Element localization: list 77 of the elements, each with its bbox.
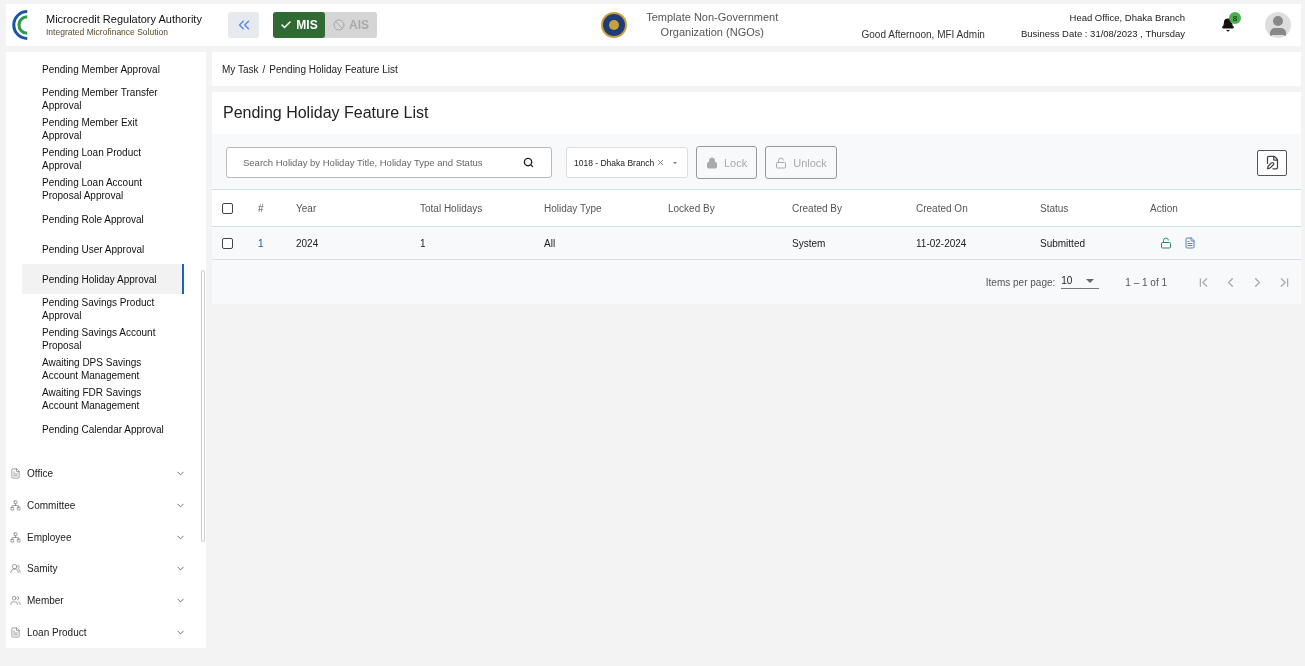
branch-select[interactable]: 1018 - Dhaka Branch (566, 147, 688, 178)
notification-badge: 8 (1229, 12, 1241, 24)
org-name: Microcredit Regulatory Authority (46, 13, 203, 25)
people-icon (10, 594, 21, 606)
table-cell: 1 (420, 237, 426, 249)
ban-icon (333, 19, 345, 31)
table-cell: 1 (258, 237, 264, 249)
organization-name: Template Non-Government Organization (NGOs) (645, 9, 780, 40)
page-range: 1 – 1 of 1 (1125, 276, 1167, 288)
sidebar-item[interactable]: Awaiting FDR Savings Account Management (22, 384, 184, 414)
greeting-text: Good Afternoon, MFI Admin (861, 29, 985, 40)
sidebar-item[interactable]: Pending Loan Product Approval (22, 144, 184, 174)
sidebar-item[interactable]: Pending User Approval (22, 234, 184, 264)
row-checkbox[interactable] (222, 237, 233, 249)
check-icon (280, 19, 293, 31)
table-cell: Submitted (1040, 237, 1086, 249)
sidebar-item[interactable]: Pending Member Approval (22, 54, 184, 84)
table-cell: System (792, 237, 826, 249)
column-header: Year (296, 202, 317, 214)
sidebar-item[interactable]: Pending Savings Account Proposal (22, 324, 184, 354)
column-header: Holiday Type (544, 202, 602, 214)
column-header: # (258, 202, 264, 214)
module-tab[interactable]: MIS (273, 12, 325, 38)
scrollbar[interactable] (201, 270, 205, 542)
breadcrumb-item[interactable]: My Task (222, 63, 259, 75)
column-header: Created On (916, 202, 968, 214)
table-cell: 2024 (296, 237, 319, 249)
menu-item[interactable]: Member (10, 584, 206, 617)
lock-icon (706, 156, 718, 169)
column-settings-button[interactable] (1257, 149, 1287, 176)
menu-item[interactable]: Office (10, 457, 206, 490)
avatar-icon[interactable] (1265, 12, 1291, 38)
select-all-checkbox[interactable] (222, 202, 233, 214)
dropdown-caret-icon (1086, 278, 1095, 283)
page-title: Pending Holiday Feature List (223, 104, 429, 122)
page-size-label: Items per page: (985, 276, 1056, 288)
table-cell: 11-02-2024 (916, 237, 967, 249)
sidebar-item[interactable]: Pending Savings Product Approval (22, 294, 184, 324)
org-subtitle: Integrated Microfinance Solution (46, 27, 169, 37)
seal-icon (601, 12, 628, 38)
column-header: Total Holidays (420, 202, 483, 214)
sidebar-item[interactable]: Pending Role Approval (22, 204, 184, 234)
sidebar-item[interactable]: Pending Member Transfer Approval (22, 84, 184, 114)
edit-columns-icon (1264, 155, 1280, 170)
column-header: Action (1150, 202, 1178, 214)
notification-icon[interactable] (1221, 18, 1235, 32)
unlock-icon (775, 156, 788, 169)
authority-logo (10, 10, 30, 40)
business-date: Business Date : 31/08/2023 , Thursday (1020, 27, 1185, 39)
search-icon (523, 157, 534, 168)
sidebar-item[interactable]: Pending Holiday Approval (22, 264, 184, 294)
collapse-button[interactable] (228, 12, 259, 38)
group-icon (10, 563, 21, 575)
breadcrumb-separator: / (262, 63, 266, 75)
office-name: Head Office, Dhaka Branch (1069, 11, 1185, 23)
clear-icon[interactable] (656, 158, 666, 167)
menu-item[interactable]: Loan Product (10, 616, 206, 648)
unlock-icon[interactable] (1160, 237, 1172, 249)
menu-item[interactable]: Samity (10, 552, 206, 585)
sidebar-item[interactable]: Pending Member Exit Approval (22, 114, 184, 144)
menu-item[interactable]: Committee (10, 489, 206, 522)
column-header: Status (1040, 202, 1069, 214)
document-icon (10, 626, 21, 638)
hierarchy-icon (10, 499, 21, 511)
menu-item[interactable]: Employee (10, 521, 206, 553)
sidebar-item[interactable]: Pending Calendar Approval (22, 414, 184, 444)
search-field[interactable]: Search Holiday by Holiday Title, Holiday Type and Status (226, 147, 552, 178)
hierarchy-icon (10, 531, 21, 543)
page-size-select[interactable]: 10 (1061, 275, 1100, 289)
document-icon (10, 468, 21, 480)
column-header: Locked By (668, 202, 715, 214)
breadcrumb-item[interactable]: Pending Holiday Feature List (269, 63, 398, 75)
document-icon[interactable] (1184, 237, 1196, 249)
table-cell: All (544, 237, 556, 249)
sidebar-item[interactable]: Pending Loan Account Proposal Approval (22, 174, 184, 204)
column-header: Created By (792, 202, 843, 214)
sidebar-item[interactable]: Awaiting DPS Savings Account Management (22, 354, 184, 384)
